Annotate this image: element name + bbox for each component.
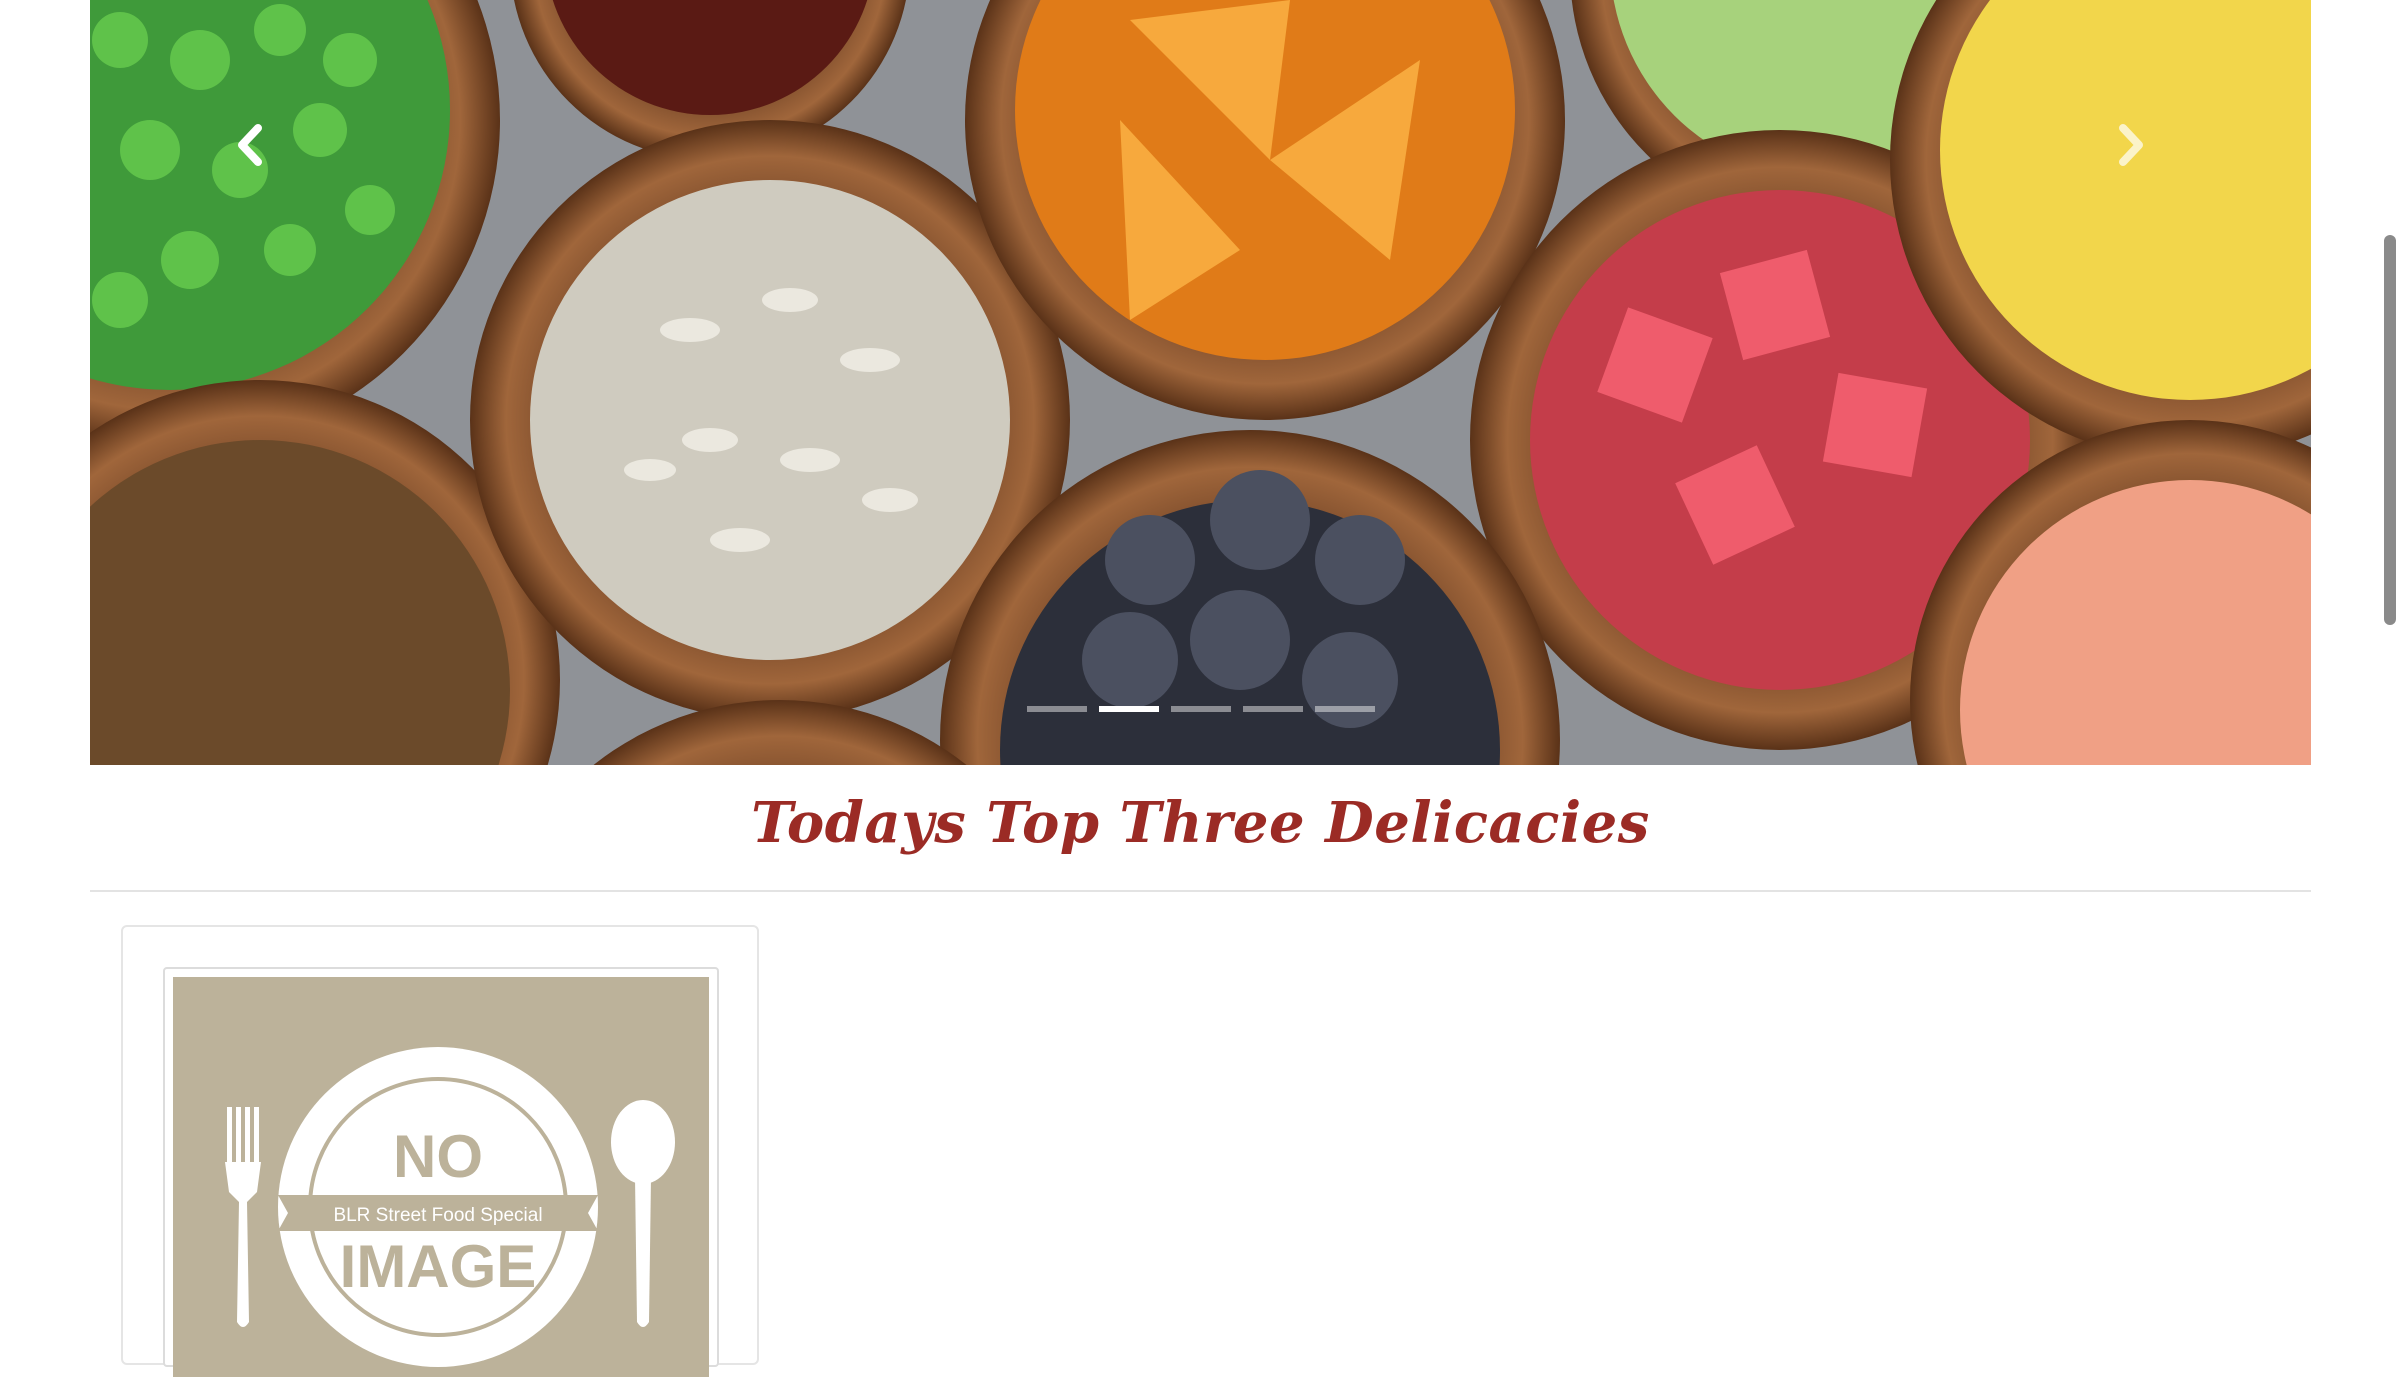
delicacy-card[interactable]: BLR Street Food Special NO IMAGE — [121, 925, 759, 1377]
page-scrollbar[interactable] — [2384, 235, 2396, 625]
section-title: Todays Top Three Delicacies — [751, 790, 1650, 856]
hero-carousel[interactable] — [90, 0, 2311, 765]
no-image-placeholder: BLR Street Food Special NO IMAGE — [173, 977, 709, 1377]
carousel-indicator[interactable] — [1026, 706, 1087, 712]
placeholder-line1: NO — [393, 1123, 483, 1190]
divider — [90, 890, 2311, 892]
carousel-indicator-active[interactable] — [1098, 706, 1159, 712]
carousel-slide-image — [90, 0, 2311, 765]
carousel-indicator[interactable] — [1170, 706, 1231, 712]
carousel-indicator[interactable] — [1314, 706, 1375, 712]
spoon-icon — [611, 1100, 675, 1327]
chevron-right-icon — [2119, 124, 2143, 166]
no-image-graphic: BLR Street Food Special NO IMAGE — [225, 1047, 675, 1367]
fork-icon — [225, 1107, 261, 1327]
carousel-next-button[interactable] — [2071, 100, 2191, 190]
carousel-indicator[interactable] — [1242, 706, 1303, 712]
placeholder-line2: IMAGE — [340, 1233, 537, 1300]
carousel-indicators — [90, 706, 2311, 712]
carousel-prev-button[interactable] — [190, 100, 310, 190]
chevron-left-icon — [238, 124, 262, 166]
placeholder-ribbon-text: BLR Street Food Special — [333, 1205, 542, 1226]
card-thumbnail[interactable]: BLR Street Food Special NO IMAGE — [163, 967, 719, 1377]
